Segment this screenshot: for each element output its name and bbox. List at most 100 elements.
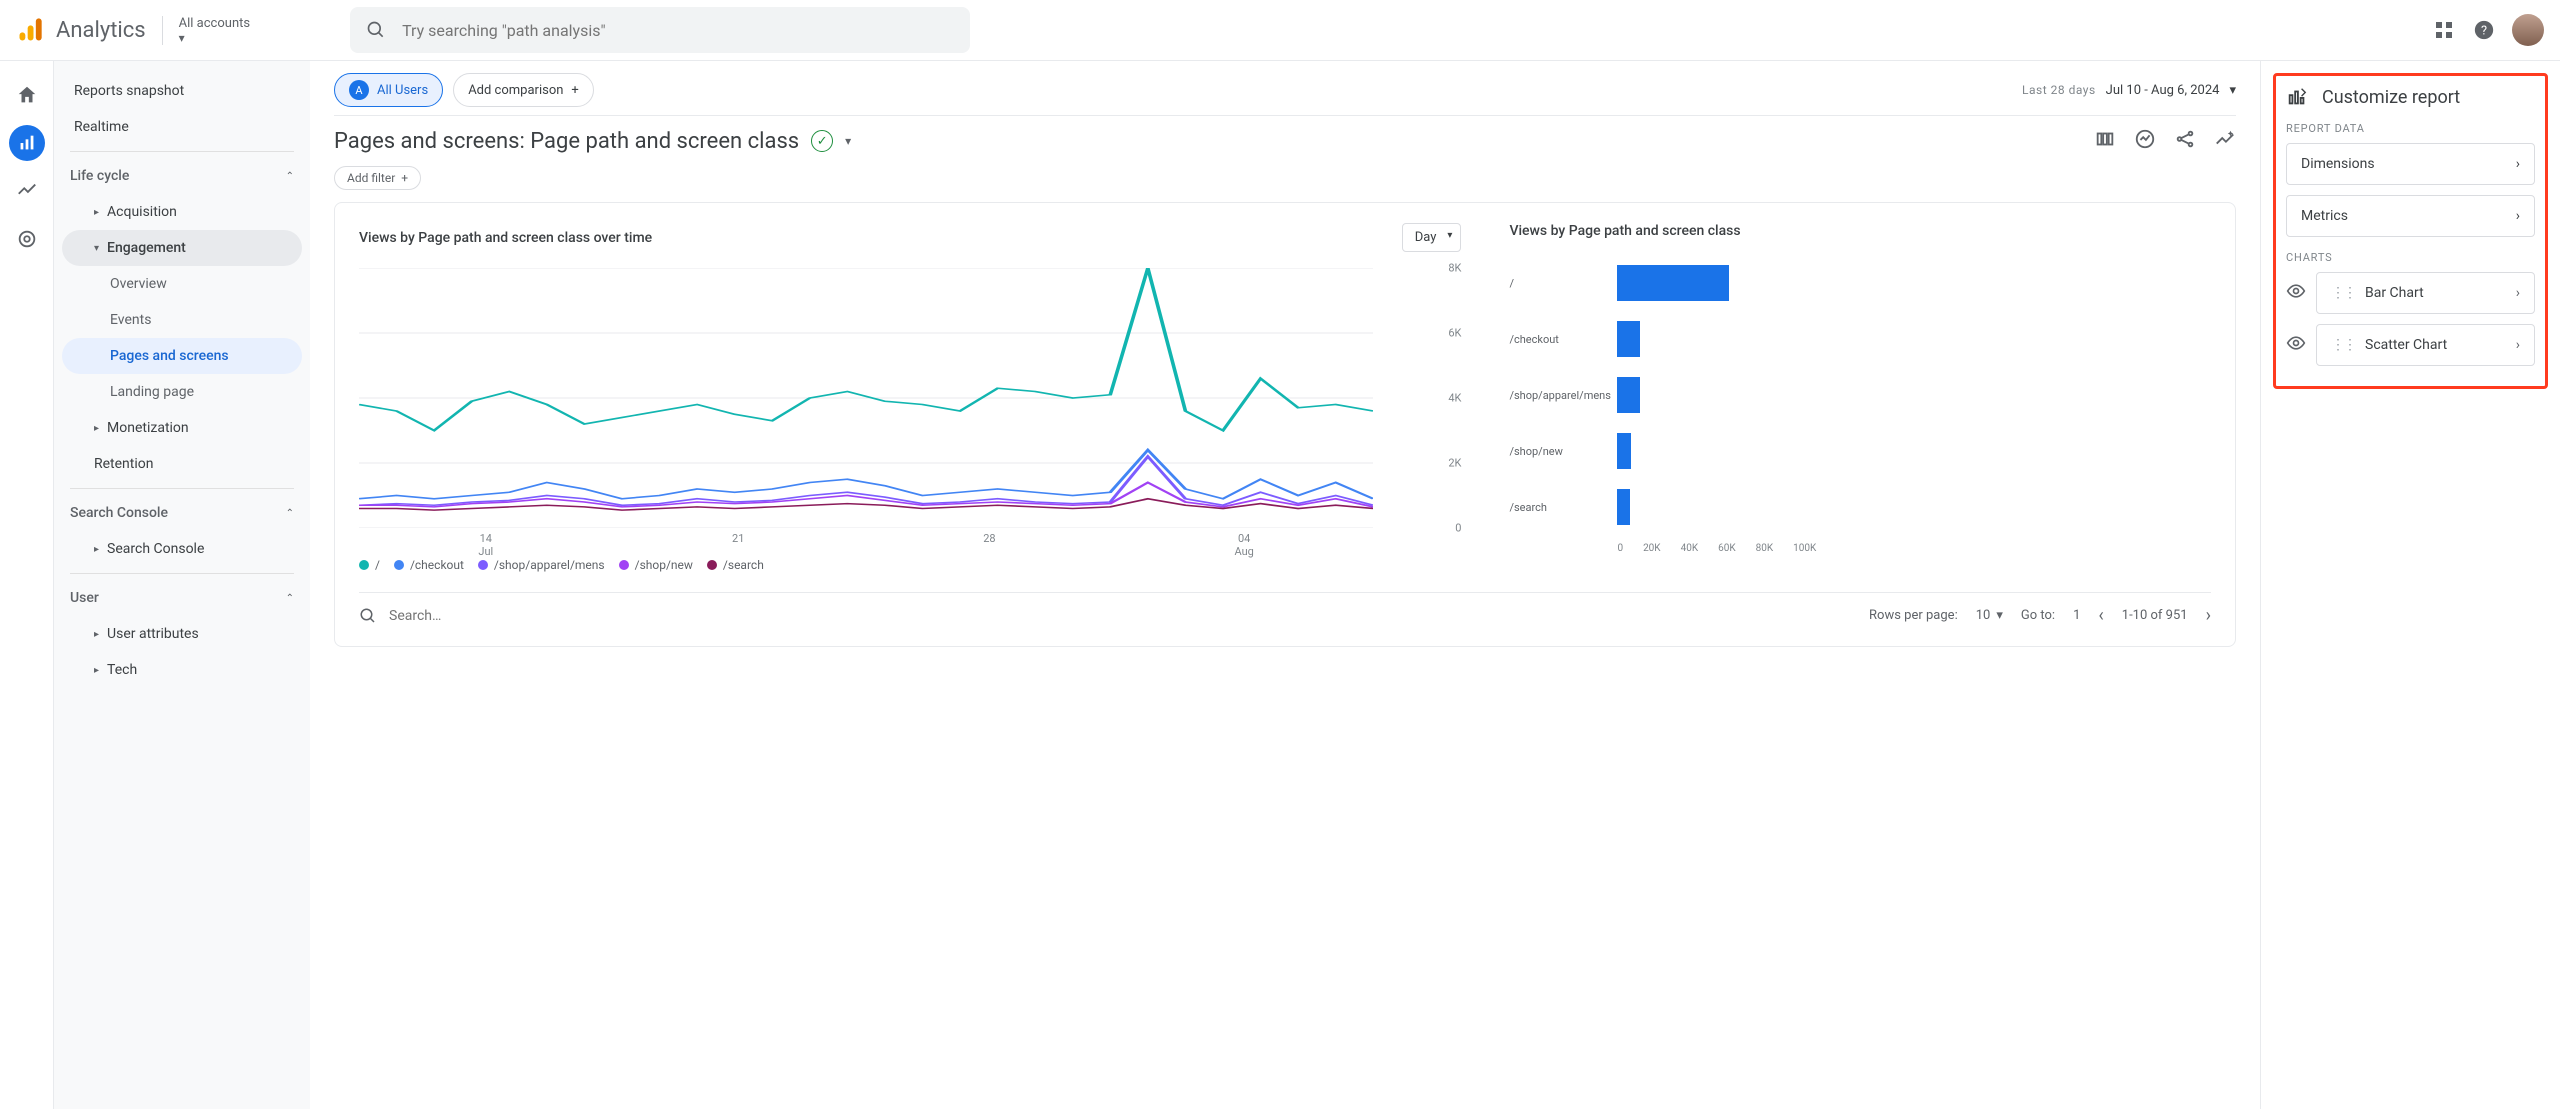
sidebar-item-label: Engagement bbox=[107, 240, 186, 256]
title-row: Pages and screens: Page path and screen … bbox=[334, 116, 2236, 166]
bar-chart-row: ⋮⋮ Bar Chart › bbox=[2286, 272, 2535, 314]
sidebar-retention[interactable]: Retention bbox=[62, 446, 302, 482]
header-actions: ? bbox=[2432, 14, 2544, 46]
sidebar-events[interactable]: Events bbox=[62, 302, 302, 338]
cp-item-label: Scatter Chart bbox=[2365, 337, 2447, 353]
search-icon bbox=[359, 607, 377, 625]
sidebar-landing-page[interactable]: Landing page bbox=[62, 374, 302, 410]
chevron-down-icon: ▾ bbox=[1996, 608, 2003, 623]
line-chart: 02K4K6K8K 14Jul212804Aug bbox=[359, 268, 1461, 548]
sidebar-user-attributes[interactable]: ▸User attributes bbox=[62, 616, 302, 652]
search-input[interactable] bbox=[402, 21, 954, 40]
sidebar-life-cycle[interactable]: Life cycle ⌃ bbox=[62, 158, 302, 194]
dimensions-button[interactable]: Dimensions› bbox=[2286, 143, 2535, 185]
chevron-right-icon: › bbox=[2516, 156, 2520, 172]
report-card: Views by Page path and screen class over… bbox=[334, 202, 2236, 647]
chevron-right-icon: ▸ bbox=[94, 423, 99, 434]
sidebar-pages-and-screens[interactable]: Pages and screens bbox=[62, 338, 302, 374]
insights-spark-icon[interactable] bbox=[2214, 128, 2236, 154]
sidebar-item-label: Tech bbox=[107, 662, 137, 678]
verified-check-icon[interactable]: ✓ bbox=[811, 130, 833, 152]
rail-home-icon[interactable] bbox=[9, 77, 45, 113]
cp-item-label: Metrics bbox=[2301, 208, 2348, 224]
cp-item-label: Bar Chart bbox=[2365, 285, 2424, 301]
pager-prev-icon[interactable]: ‹ bbox=[2098, 605, 2103, 626]
sidebar-section-label: Life cycle bbox=[70, 168, 129, 184]
bar-chart-column: Views by Page path and screen class //ch… bbox=[1509, 223, 2211, 572]
drag-handle-icon: ⋮⋮ bbox=[2331, 337, 2355, 353]
chevron-up-icon: ⌃ bbox=[286, 593, 294, 604]
ga-logo-icon bbox=[16, 16, 44, 44]
line-chart-title: Views by Page path and screen class over… bbox=[359, 230, 652, 246]
rail-explore-icon[interactable] bbox=[9, 173, 45, 209]
chevron-down-icon[interactable]: ▾ bbox=[845, 134, 851, 148]
insights-circle-icon[interactable] bbox=[2134, 128, 2156, 154]
divider bbox=[70, 151, 294, 152]
pager-next-icon[interactable]: › bbox=[2206, 605, 2211, 626]
page-title: Pages and screens: Page path and screen … bbox=[334, 129, 799, 154]
all-users-chip[interactable]: AAll Users bbox=[334, 73, 443, 107]
chevron-down-icon: ▾ bbox=[2229, 83, 2236, 98]
line-chart-column: Views by Page path and screen class over… bbox=[359, 223, 1461, 572]
visibility-eye-icon[interactable] bbox=[2286, 281, 2306, 305]
chevron-right-icon: › bbox=[2516, 285, 2520, 301]
granularity-select[interactable]: Day bbox=[1402, 223, 1462, 252]
chip-label: Add comparison bbox=[468, 83, 563, 98]
sidebar-acquisition[interactable]: ▸Acquisition bbox=[62, 194, 302, 230]
comparison-row: AAll Users Add comparison + Last 28 days … bbox=[334, 73, 2236, 116]
rail-reports-icon[interactable] bbox=[9, 125, 45, 161]
metrics-button[interactable]: Metrics› bbox=[2286, 195, 2535, 237]
sidebar-realtime[interactable]: Realtime bbox=[62, 109, 302, 145]
share-icon[interactable] bbox=[2174, 128, 2196, 154]
account-picker[interactable]: All accounts ▾ bbox=[162, 16, 250, 45]
chevron-up-icon: ⌃ bbox=[286, 171, 294, 182]
sidebar-search-console-section[interactable]: Search Console⌃ bbox=[62, 495, 302, 531]
rows-per-page-label: Rows per page: bbox=[1869, 608, 1958, 623]
sidebar-user-section[interactable]: User⌃ bbox=[62, 580, 302, 616]
apps-icon[interactable] bbox=[2432, 18, 2456, 42]
bar-chart-option[interactable]: ⋮⋮ Bar Chart › bbox=[2316, 272, 2535, 314]
sidebar-monetization[interactable]: ▸Monetization bbox=[62, 410, 302, 446]
customize-title: Customize report bbox=[2322, 87, 2460, 108]
date-range-picker[interactable]: Last 28 days Jul 10 - Aug 6, 2024 ▾ bbox=[2022, 83, 2236, 98]
date-range-preset-label: Last 28 days bbox=[2022, 83, 2096, 97]
customize-header: Customize report bbox=[2286, 86, 2535, 108]
report-toolbar-icons bbox=[2094, 128, 2236, 154]
chips: AAll Users Add comparison + bbox=[334, 73, 594, 107]
sidebar-reports-snapshot[interactable]: Reports snapshot bbox=[62, 73, 302, 109]
divider bbox=[70, 488, 294, 489]
header: Analytics All accounts ▾ ? bbox=[0, 0, 2560, 61]
visibility-eye-icon[interactable] bbox=[2286, 333, 2306, 357]
sidebar-search-console[interactable]: ▸Search Console bbox=[62, 531, 302, 567]
rail-advertising-icon[interactable] bbox=[9, 221, 45, 257]
add-comparison-chip[interactable]: Add comparison + bbox=[453, 73, 594, 107]
drag-handle-icon: ⋮⋮ bbox=[2331, 285, 2355, 301]
rows-per-page-select[interactable]: 10 ▾ bbox=[1976, 608, 2003, 623]
sidebar-item-label: Search Console bbox=[107, 541, 204, 557]
plus-icon: + bbox=[571, 83, 578, 98]
sidebar-item-label: Acquisition bbox=[107, 204, 177, 220]
pager-range: 1-10 of 951 bbox=[2122, 608, 2188, 623]
bar-chart: //checkout/shop/apparel/mens/shop/new/se… bbox=[1509, 255, 2211, 535]
sidebar-tech[interactable]: ▸ Tech bbox=[62, 652, 302, 688]
chevron-right-icon: ▸ bbox=[94, 665, 99, 676]
brand-name: Analytics bbox=[56, 18, 146, 43]
compare-icon[interactable] bbox=[2094, 128, 2116, 154]
add-filter-chip[interactable]: Add filter+ bbox=[334, 166, 421, 190]
date-range-value: Jul 10 - Aug 6, 2024 bbox=[2106, 83, 2220, 98]
nav-rail bbox=[0, 61, 54, 1109]
customize-report-panel: Customize report REPORT DATA Dimensions›… bbox=[2260, 61, 2560, 1109]
plus-icon: + bbox=[401, 171, 408, 185]
user-avatar[interactable] bbox=[2512, 14, 2544, 46]
bar-chart-title: Views by Page path and screen class bbox=[1509, 223, 1740, 239]
line-chart-header: Views by Page path and screen class over… bbox=[359, 223, 1461, 252]
rows-per-page-value: 10 bbox=[1976, 608, 1991, 623]
sidebar-overview[interactable]: Overview bbox=[62, 266, 302, 302]
sidebar-engagement[interactable]: ▾Engagement bbox=[62, 230, 302, 266]
bar-chart-x-axis: 020K40K60K80K100K bbox=[1617, 543, 2211, 554]
table-search-input[interactable] bbox=[389, 608, 589, 624]
help-icon[interactable]: ? bbox=[2472, 18, 2496, 42]
scatter-chart-option[interactable]: ⋮⋮Scatter Chart› bbox=[2316, 324, 2535, 366]
search-box[interactable] bbox=[350, 7, 970, 53]
sidebar-section-label: Search Console bbox=[70, 505, 168, 521]
